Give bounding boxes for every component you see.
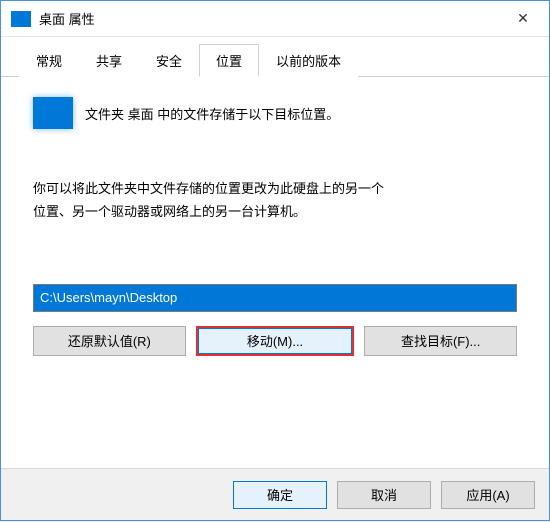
description-text: 文件夹 桌面 中的文件存储于以下目标位置。	[85, 104, 339, 123]
find-target-button[interactable]: 查找目标(F)...	[364, 326, 517, 356]
info-line-1: 你可以将此文件夹中文件存储的位置更改为此硬盘上的另一个	[33, 181, 384, 196]
folder-desktop-icon	[33, 97, 73, 129]
window-title: 桌面 属性	[39, 9, 503, 28]
tab-location[interactable]: 位置	[199, 44, 259, 77]
move-button[interactable]: 移动(M)...	[196, 326, 355, 356]
apply-button[interactable]: 应用(A)	[441, 481, 535, 509]
action-button-row: 还原默认值(R) 移动(M)... 查找目标(F)...	[33, 326, 517, 356]
cancel-button[interactable]: 取消	[337, 481, 431, 509]
path-input[interactable]	[33, 284, 517, 312]
tab-security[interactable]: 安全	[139, 44, 199, 77]
tab-previous-versions[interactable]: 以前的版本	[259, 44, 358, 77]
desktop-icon	[11, 11, 31, 27]
tab-sharing[interactable]: 共享	[79, 44, 139, 77]
close-icon: ✕	[517, 10, 529, 27]
info-text: 你可以将此文件夹中文件存储的位置更改为此硬盘上的另一个 位置、另一个驱动器或网络…	[33, 177, 517, 224]
tab-content: 文件夹 桌面 中的文件存储于以下目标位置。 你可以将此文件夹中文件存储的位置更改…	[1, 77, 549, 468]
info-line-2: 位置、另一个驱动器或网络上的另一台计算机。	[33, 204, 306, 219]
tab-bar: 常规 共享 安全 位置 以前的版本	[1, 37, 549, 77]
close-button[interactable]: ✕	[503, 4, 543, 34]
properties-dialog: 桌面 属性 ✕ 常规 共享 安全 位置 以前的版本 文件夹 桌面 中的文件存储于…	[1, 1, 549, 520]
tab-general[interactable]: 常规	[19, 44, 79, 77]
restore-default-button[interactable]: 还原默认值(R)	[33, 326, 186, 356]
ok-button[interactable]: 确定	[233, 481, 327, 509]
dialog-footer: 确定 取消 应用(A)	[1, 468, 549, 520]
titlebar: 桌面 属性 ✕	[1, 1, 549, 37]
description-row: 文件夹 桌面 中的文件存储于以下目标位置。	[33, 97, 517, 129]
